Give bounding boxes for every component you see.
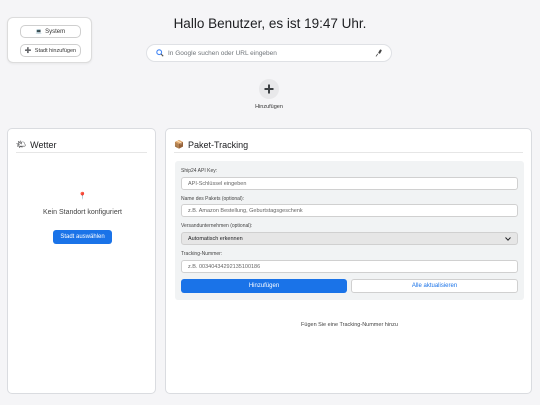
weather-panel: 🌤 Wetter 📍 Kein Standort konfiguriert St… bbox=[7, 128, 156, 394]
carrier-select-value: Automatisch erkennen bbox=[188, 235, 243, 242]
microphone-icon[interactable] bbox=[375, 49, 383, 57]
weather-header: 🌤 Wetter bbox=[16, 137, 147, 153]
tracking-header: 📦 Paket-Tracking bbox=[174, 137, 523, 153]
tracking-title: Paket-Tracking bbox=[187, 139, 249, 150]
plus-icon: ➕ bbox=[24, 47, 32, 54]
carrier-label: Versandunternehmen (optional): bbox=[181, 223, 253, 229]
chevron-down-icon bbox=[505, 236, 511, 241]
greeting: Hallo Benutzer, es ist 19:47 Uhr. bbox=[173, 16, 367, 31]
package-name-input[interactable]: z.B. Amazon Bestellung, Geburtstagsgesch… bbox=[181, 204, 518, 217]
location-pin-icon: 📍 bbox=[78, 193, 87, 200]
plus-icon bbox=[264, 84, 274, 94]
add-shortcut-button[interactable] bbox=[259, 79, 279, 99]
search-input[interactable]: In Google suchen oder URL eingeben bbox=[168, 50, 375, 57]
add-city-label: Stadt hinzufügen bbox=[34, 47, 77, 54]
package-icon: 📦 bbox=[174, 140, 184, 149]
no-location-message: Kein Standort konfiguriert bbox=[43, 209, 122, 216]
tracking-panel: 📦 Paket-Tracking Ship24 API Key: API-Sch… bbox=[165, 128, 532, 394]
add-city-button[interactable]: ➕ Stadt hinzufügen bbox=[20, 44, 81, 57]
refresh-all-button[interactable]: Alle aktualisieren bbox=[351, 279, 518, 293]
search-bar[interactable]: In Google suchen oder URL eingeben bbox=[146, 44, 392, 62]
add-tracking-button[interactable]: Hinzufügen bbox=[181, 279, 347, 293]
api-key-label: Ship24 API Key: bbox=[181, 168, 218, 174]
tracking-number-input[interactable]: z.B. 00340434292135100186 bbox=[181, 260, 518, 273]
select-city-button[interactable]: Stadt auswählen bbox=[53, 230, 112, 244]
weather-title: Wetter bbox=[30, 139, 57, 150]
add-shortcut-label: Hinzufügen bbox=[255, 104, 283, 110]
search-icon bbox=[156, 49, 164, 57]
tracking-form: Ship24 API Key: API-Schlüssel eingeben N… bbox=[175, 161, 524, 300]
api-key-input[interactable]: API-Schlüssel eingeben bbox=[181, 177, 518, 190]
empty-state-message: Fügen Sie eine Tracking-Nummer hinzu bbox=[301, 322, 398, 328]
carrier-select[interactable]: Automatisch erkennen bbox=[181, 232, 518, 245]
package-name-label: Name des Pakets (optional): bbox=[181, 196, 245, 202]
tracking-number-label: Tracking-Nummer: bbox=[181, 251, 223, 257]
sun-cloud-icon: 🌤 bbox=[16, 140, 27, 149]
